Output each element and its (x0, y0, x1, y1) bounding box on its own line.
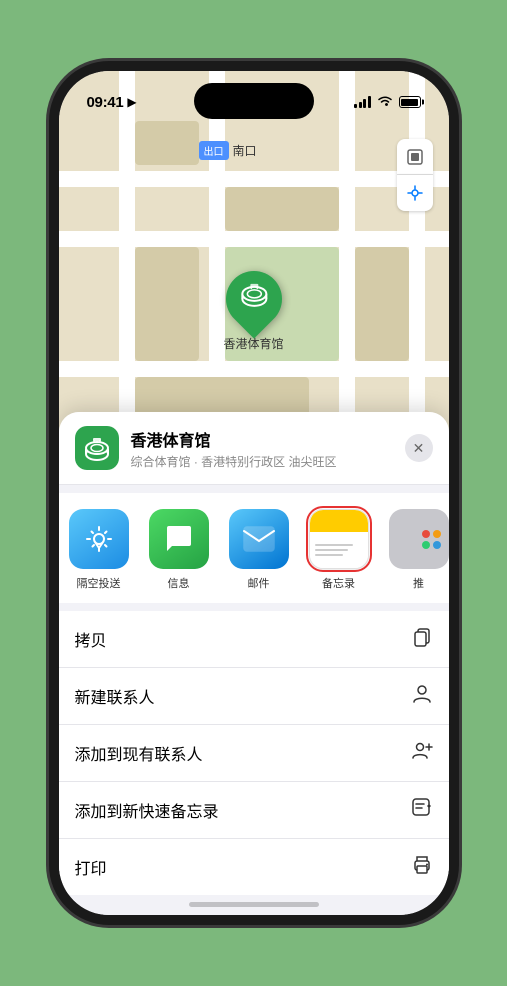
mail-icon-wrap (229, 509, 289, 569)
map-location-button[interactable] (397, 175, 433, 211)
more-dots-row2 (422, 541, 441, 549)
map-road (59, 361, 449, 377)
map-exit-tag: 出口 (199, 141, 229, 160)
map-layer-button[interactable] (397, 139, 433, 175)
location-card: 香港体育馆 综合体育馆 · 香港特别行政区 油尖旺区 ✕ (59, 412, 449, 485)
action-new-contact-label: 新建联系人 (75, 684, 155, 708)
add-contact-icon (411, 739, 433, 767)
share-item-more[interactable]: 推 (379, 509, 449, 591)
bottom-sheet: 香港体育馆 综合体育馆 · 香港特别行政区 油尖旺区 ✕ (59, 412, 449, 915)
status-icons (354, 95, 421, 110)
action-copy-label: 拷贝 (75, 627, 107, 651)
quick-note-icon (411, 796, 433, 824)
stadium-icon (238, 281, 268, 318)
notes-top (310, 510, 368, 532)
action-item-copy[interactable]: 拷贝 (59, 611, 449, 668)
close-icon: ✕ (413, 440, 425, 457)
more-dot-red (422, 530, 430, 538)
action-add-contact-label: 添加到现有联系人 (75, 741, 203, 765)
share-item-mail[interactable]: 邮件 (219, 509, 299, 591)
location-venue-icon (75, 426, 119, 470)
action-item-add-contact[interactable]: 添加到现有联系人 (59, 725, 449, 782)
print-icon (411, 853, 433, 881)
mail-label: 邮件 (248, 575, 270, 591)
action-item-print[interactable]: 打印 (59, 839, 449, 895)
location-name: 香港体育馆 (131, 427, 393, 451)
map-controls (397, 139, 433, 211)
share-item-airdrop[interactable]: 隔空投送 (59, 509, 139, 591)
phone-frame: 09:41 ▶ (59, 71, 449, 915)
more-dots-row (422, 530, 441, 538)
airdrop-label: 隔空投送 (77, 575, 121, 591)
stadium-marker: 香港体育馆 (223, 271, 283, 352)
more-icon-wrap (389, 509, 449, 569)
share-row: 隔空投送 信息 邮件 (59, 493, 449, 603)
more-label: 推 (413, 575, 424, 591)
share-item-notes[interactable]: 备忘录 (299, 509, 379, 591)
more-dot-blue (433, 541, 441, 549)
dynamic-island (194, 83, 314, 119)
map-block (225, 187, 339, 231)
notes-icon-wrap (309, 509, 369, 569)
more-dot-orange (433, 530, 441, 538)
new-contact-icon (411, 682, 433, 710)
action-print-label: 打印 (75, 855, 107, 879)
action-list: 拷贝 新建联系人 添 (59, 611, 449, 895)
signal-icon (354, 96, 371, 108)
battery-icon (399, 96, 421, 108)
location-arrow-icon: ▶ (127, 95, 136, 109)
wifi-icon (377, 95, 393, 110)
status-time: 09:41 (87, 94, 124, 111)
location-info: 香港体育馆 综合体育馆 · 香港特别行政区 油尖旺区 (131, 427, 393, 470)
stadium-pin (214, 259, 293, 338)
map-block (135, 121, 199, 165)
map-block (355, 247, 409, 361)
map-exit-name: 南口 (233, 142, 257, 159)
notes-line (315, 549, 349, 551)
map-road (59, 231, 449, 247)
close-button[interactable]: ✕ (405, 434, 433, 462)
map-label: 出口 南口 (199, 141, 257, 160)
more-dot-green (422, 541, 430, 549)
notes-icon-inner (310, 510, 368, 568)
share-item-message[interactable]: 信息 (139, 509, 219, 591)
copy-icon (411, 625, 433, 653)
action-quick-note-label: 添加到新快速备忘录 (75, 798, 219, 822)
message-label: 信息 (168, 575, 190, 591)
map-block (135, 247, 199, 361)
message-icon-wrap (149, 509, 209, 569)
airdrop-icon-wrap (69, 509, 129, 569)
notes-line (315, 554, 344, 556)
map-road (59, 171, 449, 187)
action-item-quick-note[interactable]: 添加到新快速备忘录 (59, 782, 449, 839)
action-item-new-contact[interactable]: 新建联系人 (59, 668, 449, 725)
notes-label: 备忘录 (322, 575, 355, 591)
notes-lines (310, 532, 368, 568)
location-subtitle: 综合体育馆 · 香港特别行政区 油尖旺区 (131, 453, 393, 470)
home-indicator (189, 902, 319, 907)
notes-line (315, 544, 353, 546)
